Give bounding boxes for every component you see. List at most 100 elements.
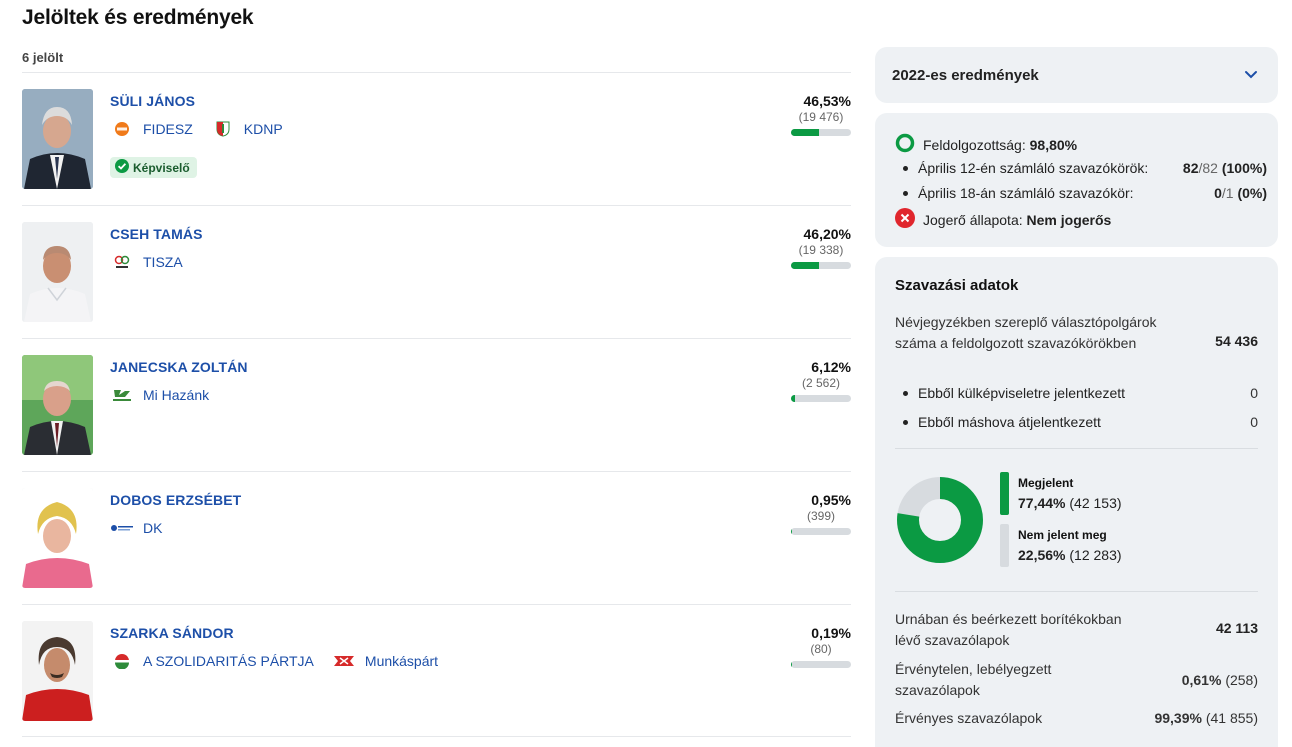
candidate-name[interactable]: SZARKA SÁNDOR — [110, 625, 234, 641]
candidate-count: 6 jelölt — [22, 50, 64, 65]
party-name: KDNP — [243, 121, 283, 137]
valid-count: (41 855) — [1205, 710, 1258, 726]
chevron-down-icon — [1244, 67, 1258, 86]
result-bar — [791, 129, 851, 136]
abroad-value: 0 — [1250, 385, 1258, 401]
result-percent: 6,12% — [811, 359, 851, 375]
party-name: TISZA — [143, 254, 183, 270]
result-bar-fill — [791, 262, 819, 269]
party-name: FIDESZ — [143, 121, 193, 137]
result-bar — [791, 262, 851, 269]
turnout-label: Megjelent — [1018, 476, 1074, 490]
candidate-result: 0,95% (399) — [791, 492, 851, 535]
results-year-dropdown[interactable]: 2022-es eredmények — [875, 47, 1278, 103]
divider — [895, 591, 1258, 592]
candidate-photo — [22, 355, 93, 455]
legend-turnout: Megjelent 77,44% (42 153) — [1000, 472, 1122, 516]
party-munkaspart[interactable]: Munkáspárt — [332, 653, 438, 669]
turnout-legend: Megjelent 77,44% (42 153) Nem jelent meg… — [1000, 472, 1122, 568]
apr12-num: 82 — [1182, 160, 1199, 176]
candidate-row: CSEH TAMÁS TISZA 46,20% (19 338) — [22, 205, 851, 338]
result-bar — [791, 395, 851, 402]
dropdown-label: 2022-es eredmények — [892, 67, 1039, 84]
apr18-den: /1 — [1221, 185, 1234, 201]
progress-circle-icon — [895, 133, 915, 156]
result-votes: (19 338) — [798, 243, 844, 257]
bullet-icon — [903, 391, 908, 396]
party-name: Mi Hazánk — [143, 387, 210, 403]
badge-label: Képviselő — [133, 160, 190, 175]
apr12-row: Április 12-én számláló szavazókörök: 82/… — [895, 160, 1267, 176]
tisza-logo-icon — [110, 254, 134, 270]
page-title: Jelöltek és eredmények — [22, 6, 254, 29]
party-list: DK — [110, 520, 162, 536]
result-votes: (80) — [810, 642, 832, 656]
party-name: A SZOLIDARITÁS PÁRTJA — [143, 653, 314, 669]
processing-panel: Feldolgozottság: 98,80% Április 12-én sz… — [875, 113, 1278, 247]
party-dk[interactable]: DK — [110, 520, 162, 536]
legal-label: Jogerő állapota: — [923, 211, 1023, 228]
candidate-name[interactable]: DOBOS ERZSÉBET — [110, 492, 241, 508]
turnout-count: (42 153) — [1069, 495, 1122, 511]
result-bar — [791, 661, 851, 668]
candidate-photo — [22, 488, 93, 588]
party-fidesz[interactable]: FIDESZ — [110, 121, 193, 137]
candidate-name[interactable]: CSEH TAMÁS — [110, 226, 203, 242]
candidate-name[interactable]: JANECSKA ZOLTÁN — [110, 359, 248, 375]
party-tisza[interactable]: TISZA — [110, 254, 183, 270]
candidate-photo — [22, 89, 93, 189]
bullet-icon — [903, 165, 908, 171]
divider — [895, 448, 1258, 449]
legal-status-row: Jogerő állapota: Nem jogerős — [895, 208, 1267, 231]
result-percent: 46,20% — [803, 226, 851, 242]
valid-label: Érvényes szavazólapok — [895, 710, 1043, 726]
processed-row: Feldolgozottság: 98,80% — [895, 133, 1267, 156]
party-mi-hazank[interactable]: Mi Hazánk — [110, 387, 209, 403]
apr12-label: Április 12-én számláló szavazókörök: — [918, 160, 1149, 176]
party-szolidaritas[interactable]: A SZOLIDARITÁS PÁRTJA — [110, 653, 314, 669]
turnout-donut — [895, 475, 985, 568]
apr18-pct: (0%) — [1237, 185, 1267, 201]
candidate-photo — [22, 222, 93, 322]
result-votes: (19 476) — [798, 110, 844, 124]
check-circle-icon — [115, 159, 129, 176]
candidate-result: 6,12% (2 562) — [791, 359, 851, 402]
legend-absent: Nem jelent meg 22,56% (12 283) — [1000, 524, 1122, 568]
close-circle-icon — [895, 208, 915, 231]
apr18-label: Április 18-án számláló szavazókör: — [918, 185, 1134, 201]
party-list: A SZOLIDARITÁS PÁRTJA Munkáspárt — [110, 653, 438, 669]
result-bar-fill — [791, 661, 792, 668]
representative-badge: Képviselő — [110, 157, 197, 178]
invalid-label: Érvénytelen, lebélyegzett szavazólapok — [895, 661, 1052, 698]
apr18-row: Április 18-án számláló szavazókör: 0/1 (… — [895, 185, 1267, 201]
processed-label: Feldolgozottság: — [923, 136, 1026, 153]
party-kdnp[interactable]: KDNP — [211, 121, 283, 137]
legal-value: Nem jogerős — [1026, 211, 1112, 228]
candidate-list: SÜLI JÁNOS FIDESZ KDNP Képviselő 46,53% … — [22, 72, 851, 737]
candidate-name[interactable]: SÜLI JÁNOS — [110, 93, 195, 109]
result-votes: (399) — [806, 509, 835, 523]
bullet-icon — [903, 190, 908, 196]
party-name: DK — [143, 520, 163, 536]
result-bar-fill — [791, 528, 792, 535]
candidate-photo — [22, 621, 93, 721]
legend-swatch-green — [1000, 472, 1009, 515]
voting-title: Szavazási adatok — [895, 277, 1019, 294]
result-percent: 0,19% — [811, 625, 851, 641]
mi-hazank-logo-icon — [110, 387, 134, 403]
invalid-count: (258) — [1225, 672, 1258, 688]
abroad-label: Ebből külképviseletre jelentkezett — [918, 385, 1126, 401]
candidate-result: 46,20% (19 338) — [791, 226, 851, 269]
apr18-num: 0 — [1214, 185, 1222, 201]
kdnp-logo-icon — [211, 121, 235, 137]
registered-label: Névjegyzékben szereplő választópolgárok … — [895, 314, 1157, 351]
party-name: Munkáspárt — [364, 653, 439, 669]
abroad-row: Ebből külképviseletre jelentkezett 0 — [895, 383, 1258, 404]
turnout-pct: 77,44% — [1018, 495, 1066, 511]
registered-value: 54 436 — [1215, 333, 1258, 349]
moved-row: Ebből máshova átjelentkezett 0 — [895, 412, 1258, 433]
candidate-row: SZARKA SÁNDOR A SZOLIDARITÁS PÁRTJA Munk… — [22, 604, 851, 737]
candidate-row: DOBOS ERZSÉBET DK 0,95% (399) — [22, 471, 851, 604]
ballots-value: 42 113 — [1215, 620, 1258, 636]
apr12-pct: (100%) — [1221, 160, 1267, 176]
